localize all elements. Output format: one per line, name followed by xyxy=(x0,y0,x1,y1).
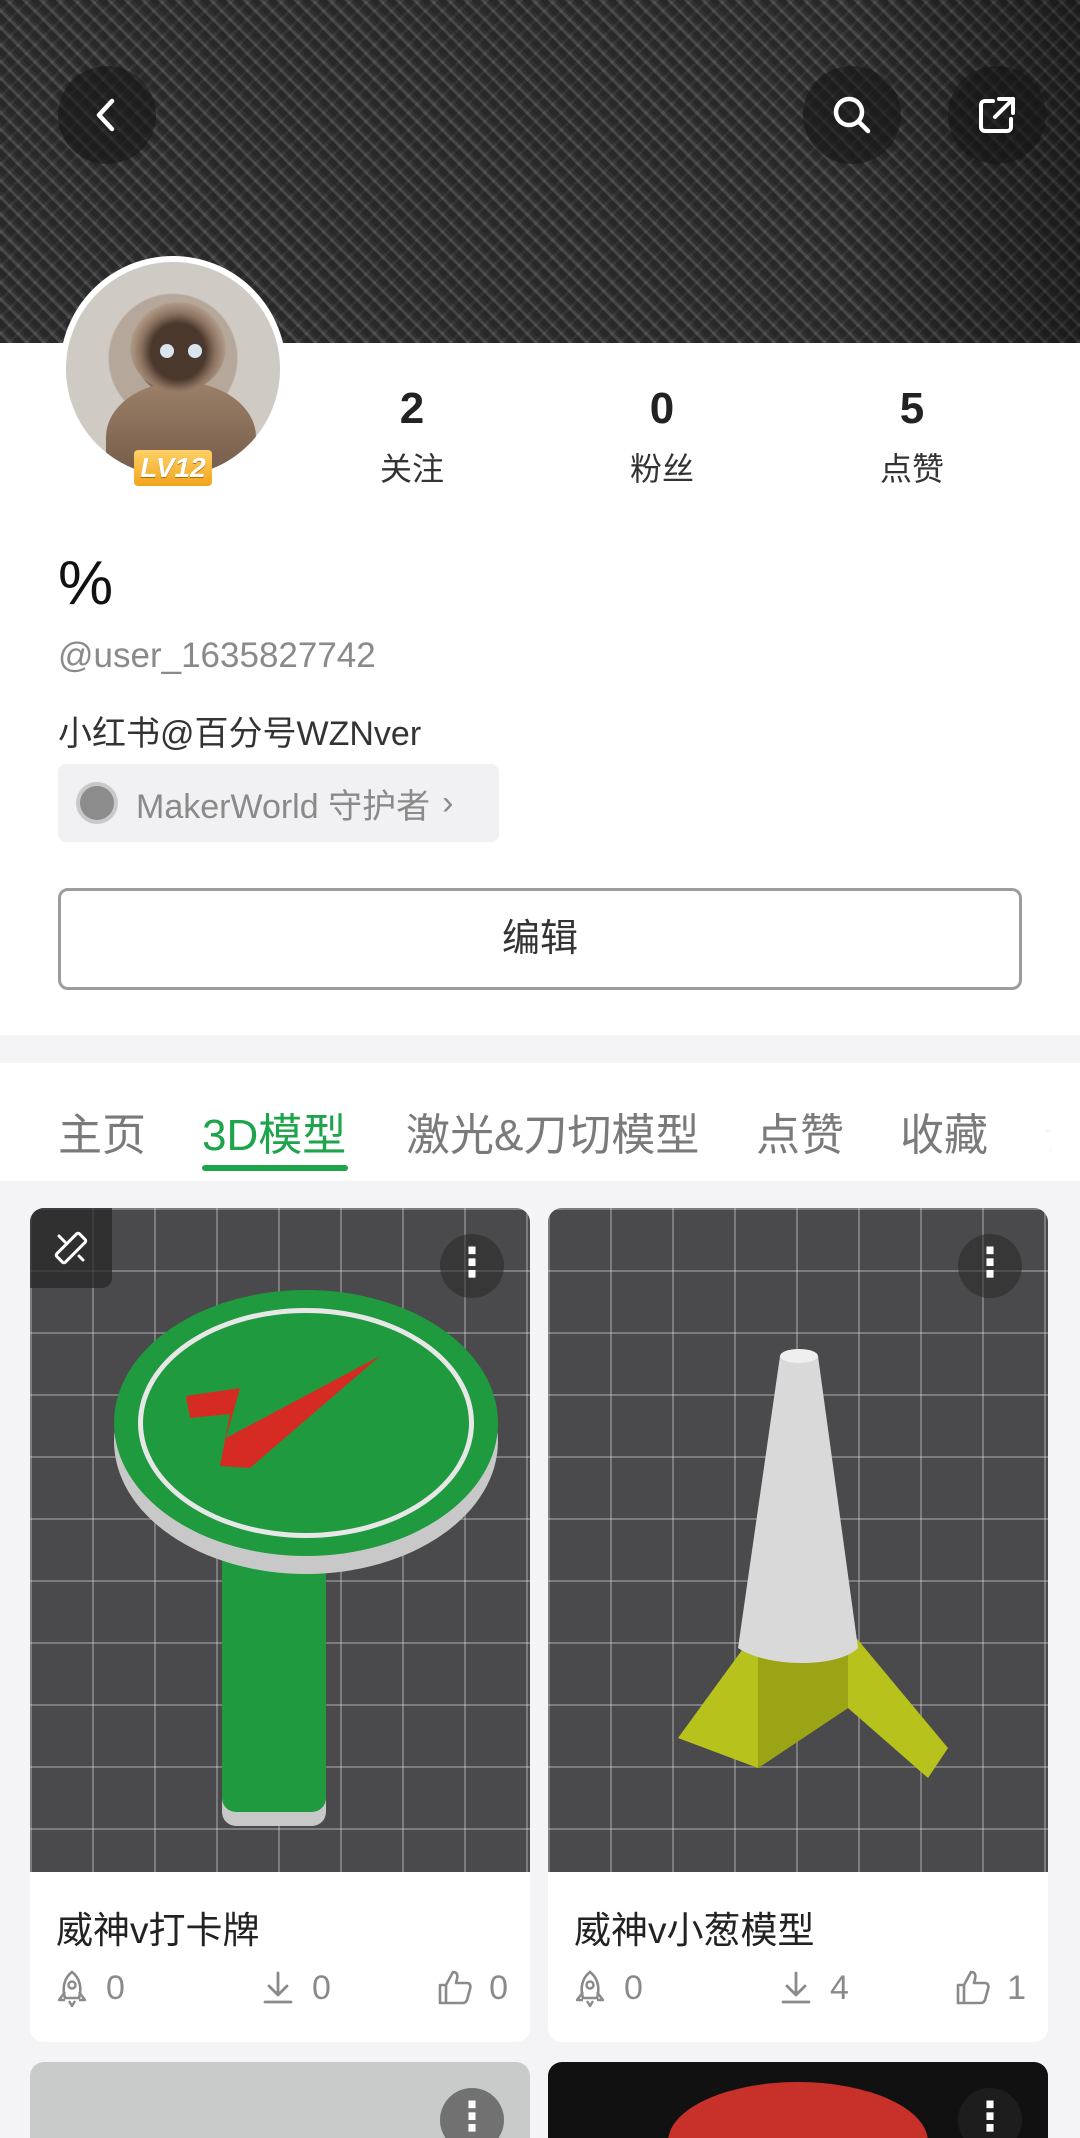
tab-3d-models[interactable]: 3D模型 xyxy=(202,1099,346,1163)
stat-label: 关注 xyxy=(379,451,444,487)
profile-bio: 小红书@百分号WZNver xyxy=(58,715,422,753)
more-options-button[interactable]: ⋮ xyxy=(958,1234,1022,1298)
edit-profile-button[interactable]: 编辑 xyxy=(58,888,1022,990)
share-icon xyxy=(979,97,1015,133)
model-card[interactable]: ⋮ xyxy=(548,2062,1048,2138)
stat-value: 5 xyxy=(899,384,925,433)
rocket-icon xyxy=(57,1970,87,2008)
avatar[interactable]: LV12 xyxy=(60,256,286,486)
back-button[interactable] xyxy=(58,66,156,164)
model-grid: ⋮ 威神v打卡牌 0 0 0 ⋮ 威神v小葱模型 0 4 1 ⋮ ⋮ xyxy=(0,1181,1080,2138)
measure-tool-icon[interactable] xyxy=(30,1208,112,1288)
boost-count: 0 xyxy=(570,1968,643,2008)
tab-favorites[interactable]: 收藏 xyxy=(900,1099,988,1163)
v-logo-icon xyxy=(186,1356,380,1468)
stat-followers[interactable]: 0 粉丝 xyxy=(582,380,742,490)
boost-count: 0 xyxy=(52,1968,125,2008)
thumbs-up-icon xyxy=(956,1970,990,2005)
model-card[interactable]: ⋮ 威神v打卡牌 0 0 0 xyxy=(30,1208,530,2042)
tab-likes[interactable]: 点赞 xyxy=(756,1099,844,1163)
avatar-image xyxy=(60,256,286,482)
model-title: 威神v打卡牌 xyxy=(56,1910,260,1951)
tab-home[interactable]: 主页 xyxy=(58,1099,146,1163)
more-options-button[interactable]: ⋮ xyxy=(440,1234,504,1298)
stat-likes[interactable]: 5 点赞 xyxy=(832,380,992,490)
download-count: 4 xyxy=(776,1968,849,2008)
level-badge: LV12 xyxy=(134,450,212,486)
active-tab-indicator xyxy=(202,1165,348,1171)
share-button[interactable] xyxy=(948,66,1046,164)
model-thumbnail: ⋮ xyxy=(30,1208,530,1872)
chevron-left-icon xyxy=(96,98,115,132)
search-icon xyxy=(833,96,871,134)
medal-icon xyxy=(76,782,118,824)
thumbs-up-icon xyxy=(438,1970,472,2005)
tab-laser-models[interactable]: 激光&刀切模型 xyxy=(406,1099,699,1163)
like-count[interactable]: 0 xyxy=(435,1968,508,2008)
stat-value: 0 xyxy=(649,384,675,433)
model-card[interactable]: ⋮ xyxy=(30,2062,530,2138)
profile-handle: @user_1635827742 xyxy=(58,636,376,675)
cone-model-image xyxy=(678,1349,948,1778)
download-count: 0 xyxy=(258,1968,331,2008)
model-title: 威神v小葱模型 xyxy=(574,1910,815,1951)
model-stats: 0 0 0 xyxy=(52,1968,508,2016)
download-icon xyxy=(263,1971,293,2004)
chevron-right-icon: › xyxy=(442,783,454,822)
like-count[interactable]: 1 xyxy=(953,1968,1026,2008)
model-stats: 0 4 1 xyxy=(570,1968,1026,2016)
rocket-icon xyxy=(575,1970,605,2008)
stat-label: 点赞 xyxy=(879,451,944,487)
profile-tabs: 主页 3D模型 激光&刀切模型 点赞 收藏 云 xyxy=(0,1063,1080,1181)
badge-chip[interactable]: MakerWorld 守护者 › xyxy=(58,764,499,842)
model-thumbnail: ⋮ xyxy=(548,1208,1048,1872)
profile-nickname: % xyxy=(58,549,114,618)
badge-label: MakerWorld 守护者 xyxy=(136,787,431,826)
stat-value: 2 xyxy=(399,384,425,433)
stat-following[interactable]: 2 关注 xyxy=(332,380,492,490)
search-button[interactable] xyxy=(803,66,901,164)
download-icon xyxy=(781,1971,811,2004)
stat-label: 粉丝 xyxy=(629,451,694,487)
model-card[interactable]: ⋮ 威神v小葱模型 0 4 1 xyxy=(548,1208,1048,2042)
